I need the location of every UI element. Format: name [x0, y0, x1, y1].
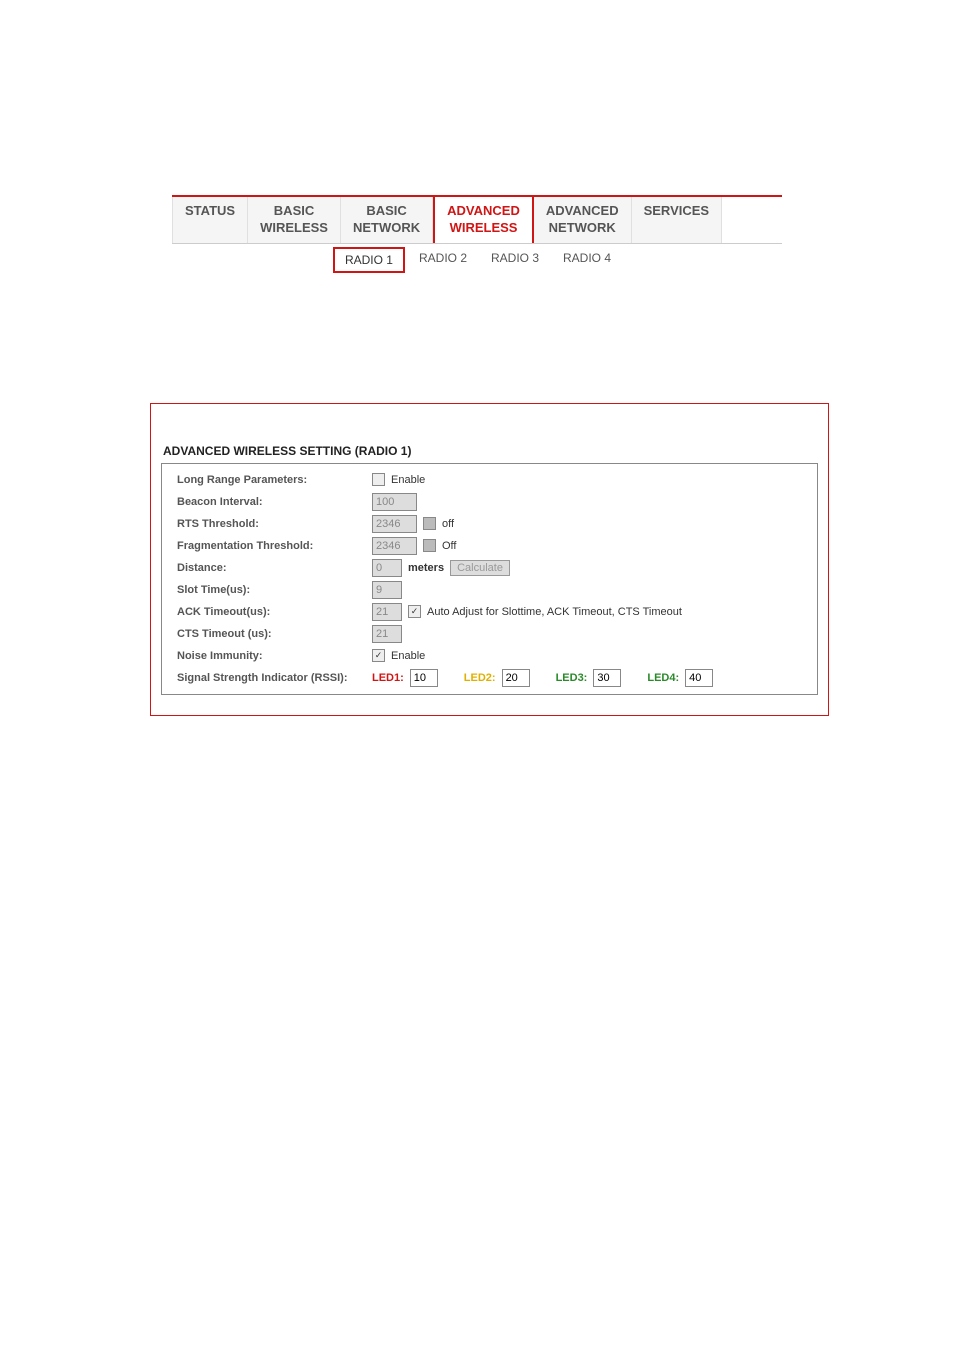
cts-input[interactable]	[372, 625, 402, 643]
row-rts: RTS Threshold: off	[162, 513, 817, 535]
ack-input[interactable]	[372, 603, 402, 621]
row-distance: Distance: meters Calculate	[162, 557, 817, 579]
cts-label: CTS Timeout (us):	[177, 628, 372, 640]
slot-label: Slot Time(us):	[177, 584, 372, 596]
noise-checkbox[interactable]	[372, 649, 385, 662]
row-ack: ACK Timeout(us): Auto Adjust for Slottim…	[162, 601, 817, 623]
tab-basic-wireless[interactable]: BASIC WIRELESS	[248, 197, 341, 243]
beacon-input[interactable]	[372, 493, 417, 511]
noise-label: Noise Immunity:	[177, 650, 372, 662]
rts-input[interactable]	[372, 515, 417, 533]
long-range-enable-text: Enable	[391, 474, 425, 486]
tab-advanced-network[interactable]: ADVANCED NETWORK	[534, 197, 632, 243]
ack-label: ACK Timeout(us):	[177, 606, 372, 618]
led4-label: LED4:	[647, 672, 679, 684]
sub-tabs: RADIO 1 RADIO 2 RADIO 3 RADIO 4	[172, 247, 782, 273]
led3-input[interactable]	[593, 669, 621, 687]
slot-input[interactable]	[372, 581, 402, 599]
rts-off-text: off	[442, 518, 454, 530]
row-beacon: Beacon Interval:	[162, 491, 817, 513]
row-long-range: Long Range Parameters: Enable	[162, 469, 817, 491]
tab-basic-network[interactable]: BASIC NETWORK	[341, 197, 433, 243]
distance-input[interactable]	[372, 559, 402, 577]
subtab-radio4[interactable]: RADIO 4	[553, 247, 621, 273]
led2-label: LED2:	[464, 672, 496, 684]
led1-input[interactable]	[410, 669, 438, 687]
settings-panel: ADVANCED WIRELESS SETTING (RADIO 1) Long…	[150, 403, 829, 716]
beacon-label: Beacon Interval:	[177, 496, 372, 508]
row-slot: Slot Time(us):	[162, 579, 817, 601]
settings-table: Long Range Parameters: Enable Beacon Int…	[161, 463, 818, 695]
long-range-label: Long Range Parameters:	[177, 474, 372, 486]
frag-off-checkbox[interactable]	[423, 539, 436, 552]
rssi-label: Signal Strength Indicator (RSSI):	[177, 672, 372, 684]
ack-auto-text: Auto Adjust for Slottime, ACK Timeout, C…	[427, 606, 682, 618]
rts-off-checkbox[interactable]	[423, 517, 436, 530]
ack-auto-checkbox[interactable]	[408, 605, 421, 618]
distance-unit: meters	[408, 562, 444, 574]
main-tabs: STATUS BASIC WIRELESS BASIC NETWORK ADVA…	[172, 195, 782, 244]
distance-label: Distance:	[177, 562, 372, 574]
row-frag: Fragmentation Threshold: Off	[162, 535, 817, 557]
frag-label: Fragmentation Threshold:	[177, 540, 372, 552]
frag-off-text: Off	[442, 540, 456, 552]
led1-label: LED1:	[372, 672, 404, 684]
led4-input[interactable]	[685, 669, 713, 687]
rts-label: RTS Threshold:	[177, 518, 372, 530]
frag-input[interactable]	[372, 537, 417, 555]
tab-advanced-wireless[interactable]: ADVANCED WIRELESS	[433, 197, 534, 243]
noise-enable-text: Enable	[391, 650, 425, 662]
panel-title: ADVANCED WIRELESS SETTING (RADIO 1)	[161, 444, 818, 458]
tab-status[interactable]: STATUS	[172, 197, 248, 243]
led3-label: LED3:	[556, 672, 588, 684]
subtab-radio2[interactable]: RADIO 2	[409, 247, 477, 273]
led2-input[interactable]	[502, 669, 530, 687]
tab-services[interactable]: SERVICES	[632, 197, 723, 243]
subtab-radio1[interactable]: RADIO 1	[333, 247, 405, 273]
row-noise: Noise Immunity: Enable	[162, 645, 817, 667]
long-range-checkbox[interactable]	[372, 473, 385, 486]
row-cts: CTS Timeout (us):	[162, 623, 817, 645]
calculate-button[interactable]: Calculate	[450, 560, 510, 576]
subtab-radio3[interactable]: RADIO 3	[481, 247, 549, 273]
row-rssi: Signal Strength Indicator (RSSI): LED1: …	[162, 667, 817, 689]
